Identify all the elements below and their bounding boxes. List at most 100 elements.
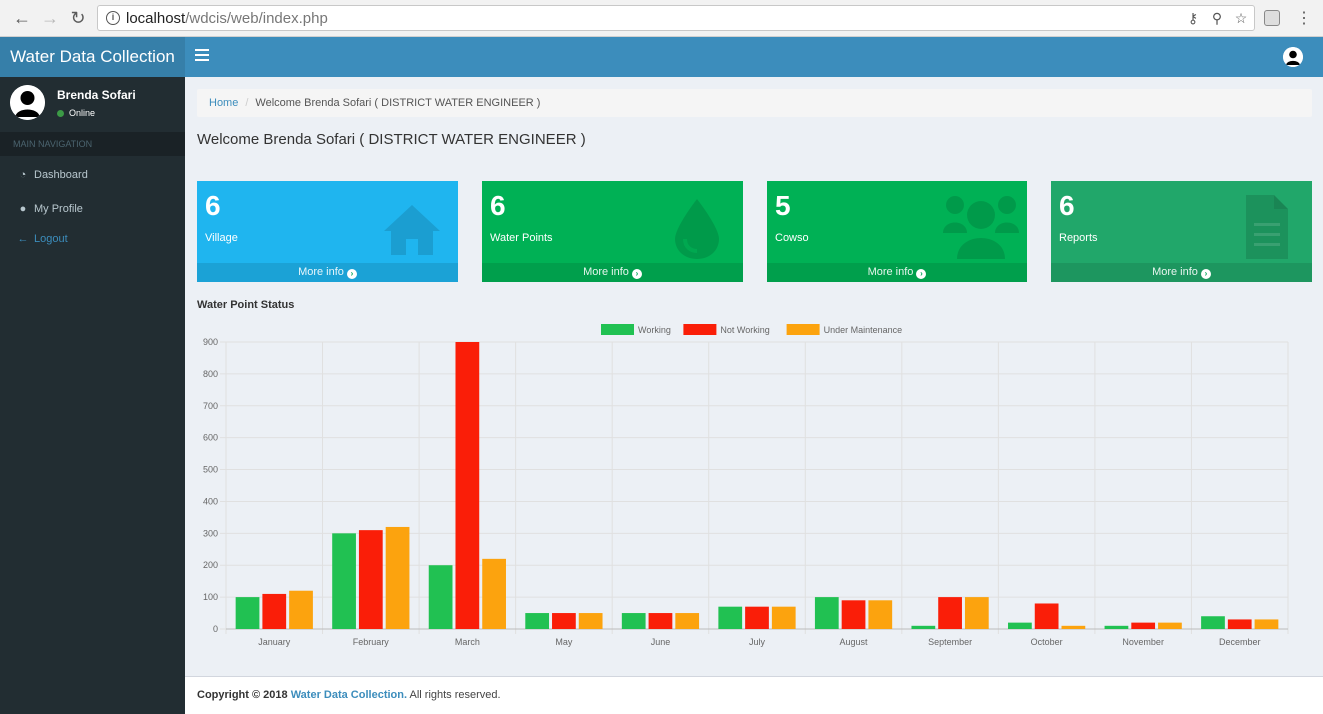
sidebar: Brenda Sofari Online MAIN NAVIGATION ◔ Da… [0,77,185,714]
back-arrow-icon[interactable]: ← [12,8,32,28]
info-box-village: 6 Village More info › [197,181,458,282]
bar-not-working [1131,622,1156,629]
bookmark-star-icon[interactable]: ☆ [1232,10,1250,27]
legend-label: Working [638,325,671,335]
bar-working [911,625,936,629]
bar-working [1201,616,1225,629]
sidebar-toggle-icon[interactable] [195,49,209,63]
dashboard-icon: ◔ [19,169,27,181]
browser-menu-icon[interactable]: ⋮ [1296,8,1312,28]
legend-swatch [786,324,820,335]
bar-not-working [841,600,866,629]
x-tick-label: November [1122,637,1164,647]
water-point-status-chart: 0 100 200 300 400 500 600 700 800 900 January Febru… [203,324,1289,647]
bar-under-maintenance [1158,622,1182,629]
box-label: Reports [1059,232,1098,244]
user-name: Brenda Sofari [57,88,136,102]
legend-label: Under Maintenance [824,325,903,335]
more-info-link[interactable]: More info › [197,263,458,282]
info-box-reports: 6 Reports More info › [1051,181,1312,282]
sidebar-item-logout[interactable]: ← Logout [0,224,185,254]
y-tick-label: 800 [203,369,218,379]
address-bar[interactable]: i localhost/wdcis/web/index.php ⚷ ⚲ ☆ [97,5,1255,31]
bar-working [718,606,743,629]
x-tick-label: January [258,637,291,647]
legend-label: Not Working [720,325,769,335]
bar-not-working [1227,619,1252,629]
app-logo[interactable]: Water Data Collection [0,37,185,77]
info-box-water-points: 6 Water Points More info › [482,181,743,282]
arrow-circle-right-icon: › [346,269,357,279]
arrow-circle-right-icon: › [916,269,927,279]
bar-working [1008,622,1032,629]
more-info-link[interactable]: More info › [767,263,1027,282]
bar-under-maintenance [289,590,313,629]
bar-under-maintenance [1254,619,1279,629]
breadcrumb: Home / Welcome Brenda Sofari ( DISTRICT WA… [197,89,1312,117]
y-tick-label: 100 [203,592,218,602]
bar-not-working [455,342,480,629]
x-tick-label: September [928,637,972,647]
top-navbar [185,37,1323,77]
x-tick-label: May [555,637,573,647]
bar-not-working [648,613,673,629]
more-info-link[interactable]: More info › [1051,263,1312,282]
bar-under-maintenance [675,613,700,629]
bar-not-working [552,613,576,629]
box-value: 6 [1059,190,1075,221]
box-label: Cowso [775,232,809,244]
legend-swatch [683,324,717,335]
user-menu-avatar[interactable] [1283,47,1303,67]
breadcrumb-home-link[interactable]: Home [209,97,238,109]
sidebar-item-dashboard[interactable]: ◔ Dashboard [0,160,185,190]
sidebar-item-my-profile[interactable]: ● My Profile [0,194,185,224]
bar-under-maintenance [578,613,603,629]
copyright-text: Copyright © 2018 [197,689,288,701]
nav-header: MAIN NAVIGATION [0,132,185,156]
bar-working [332,533,356,629]
arrow-circle-right-icon: › [1200,269,1211,279]
x-tick-label: March [455,637,480,647]
y-tick-label: 900 [203,337,218,347]
zoom-icon[interactable]: ⚲ [1208,10,1226,27]
y-tick-label: 400 [203,496,218,506]
bar-working [814,597,839,629]
box-value: 5 [775,190,791,221]
page-title: Welcome Brenda Sofari ( DISTRICT WATER E… [197,131,586,148]
reload-icon[interactable]: ↻ [68,8,88,28]
file-icon [1232,193,1300,261]
breadcrumb-current: Welcome Brenda Sofari ( DISTRICT WATER E… [255,97,541,109]
bar-working [1104,625,1129,629]
page-footer: Copyright © 2018 Water Data Collection. … [185,676,1323,714]
water-drop-icon [663,193,731,261]
more-info-link[interactable]: More info › [482,263,743,282]
online-dot-icon [57,110,64,117]
bar-under-maintenance [964,597,989,629]
users-icon [941,193,1021,261]
forward-arrow-icon[interactable]: → [40,8,60,28]
x-tick-label: July [749,637,766,647]
key-icon[interactable]: ⚷ [1184,10,1202,27]
arrow-circle-right-icon: › [631,269,642,279]
y-tick-label: 300 [203,528,218,538]
box-value: 6 [205,190,221,221]
user-status: Online [57,108,95,118]
chart-title: Water Point Status [197,299,295,311]
extension-icon[interactable] [1264,10,1280,26]
x-tick-label: February [353,637,390,647]
bar-not-working [262,593,287,629]
url-text: localhost/wdcis/web/index.php [126,10,328,27]
info-box-cowso: 5 Cowso More info › [767,181,1027,282]
bar-not-working [1034,603,1059,629]
y-tick-label: 700 [203,401,218,411]
bar-working [525,613,550,629]
info-icon[interactable]: i [106,11,120,25]
bar-not-working [938,597,962,629]
x-tick-label: August [840,637,869,647]
y-tick-label: 600 [203,433,218,443]
browser-toolbar: ← → ↻ i localhost/wdcis/web/index.php ⚷ … [0,0,1323,37]
bar-under-maintenance [385,526,410,629]
footer-brand-link[interactable]: Water Data Collection. [291,689,407,701]
bar-not-working [745,606,769,629]
bar-working [621,613,646,629]
